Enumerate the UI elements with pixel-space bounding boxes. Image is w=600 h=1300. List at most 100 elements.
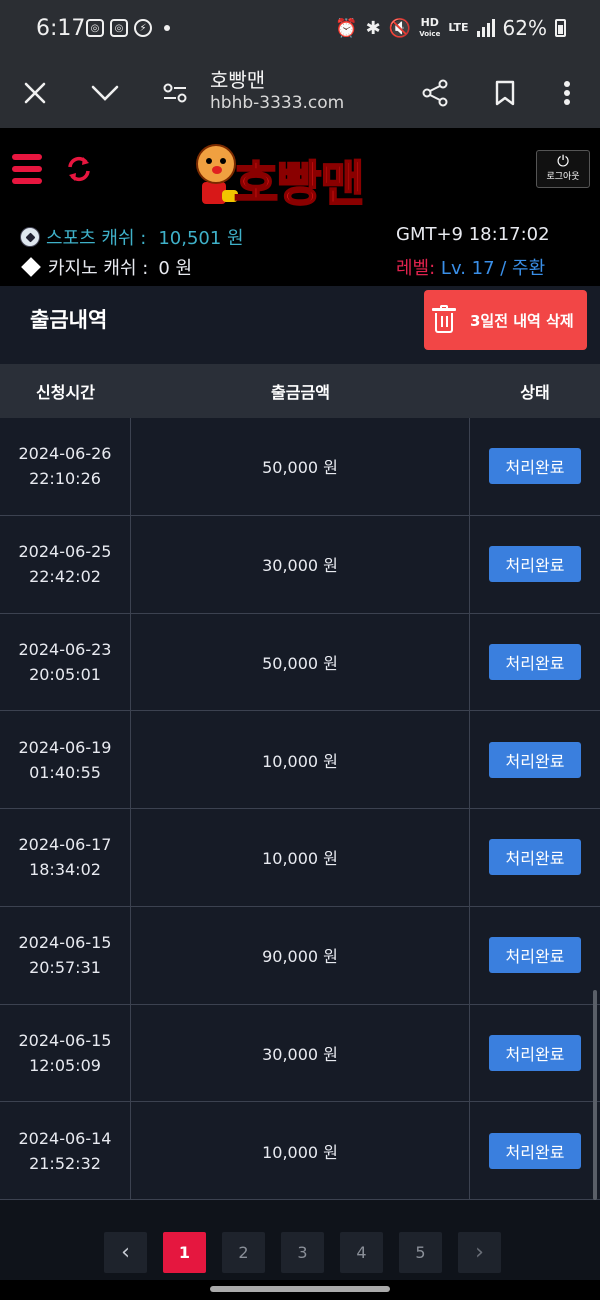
system-nav-bar	[0, 1280, 600, 1300]
site-logo[interactable]: 호빵맨	[192, 138, 414, 216]
request-time-cell: 2024-06-23 20:05:01	[0, 613, 131, 711]
scrollbar-thumb[interactable]	[593, 990, 597, 1200]
request-time: 20:05:01	[29, 664, 101, 684]
sports-cash-row: 스포츠 캐쉬 : 10,501 원 GMT+9 18:17:02	[0, 220, 600, 250]
status-badge: 처리완료	[489, 741, 581, 778]
status-badge: 처리완료	[489, 643, 581, 680]
request-time-cell: 2024-06-15 12:05:09	[0, 1004, 131, 1102]
mute-icon: 🔇	[388, 17, 412, 39]
col-header-request-time: 신청시간	[36, 383, 95, 402]
amount-cell: 50,000 원	[131, 613, 470, 711]
amount-cell: 10,000 원	[131, 809, 470, 906]
page-button-1[interactable]: 1	[163, 1232, 206, 1273]
logout-button[interactable]: ⏻ 로그아웃	[536, 150, 590, 188]
amount-cell: 30,000 원	[131, 515, 470, 613]
request-date: 2024-06-17	[18, 835, 112, 855]
status-time: 6:17	[36, 16, 86, 41]
status-badge: 처리완료	[489, 546, 581, 583]
hd-label: HD	[420, 15, 439, 29]
more-options-button[interactable]	[544, 70, 590, 116]
voice-label: Voice	[419, 29, 441, 38]
share-icon	[422, 79, 448, 107]
lte-icon: LTE	[448, 21, 469, 34]
request-date: 2024-06-15	[18, 1030, 112, 1050]
col-header-amount: 출금금액	[271, 383, 330, 402]
page-button-4[interactable]: 4	[340, 1232, 383, 1273]
amount-cell: 50,000 원	[131, 418, 470, 515]
browser-toolbar: 호빵맨 hbhb-3333.com	[0, 60, 600, 128]
hd-voice-icon: HD Voice	[419, 15, 441, 39]
request-time: 20:57:31	[29, 958, 101, 978]
page-title-bar: 출금내역 3일전 내역 삭제	[0, 286, 600, 364]
status-badge: 처리완료	[489, 448, 581, 485]
close-tab-button[interactable]	[12, 70, 58, 116]
page-settings-button[interactable]	[152, 70, 198, 116]
request-date: 2024-06-25	[18, 542, 112, 562]
battery-percent: 62%	[502, 16, 547, 40]
request-time-cell: 2024-06-15 20:57:31	[0, 906, 131, 1004]
server-clock: GMT+9 18:17:02	[396, 224, 550, 245]
request-time: 12:05:09	[29, 1055, 101, 1075]
refresh-icon[interactable]	[64, 154, 94, 184]
casino-cash-row: 카지노 캐쉬 : 0 원 레벨: Lv. 17 / 주환	[0, 250, 600, 280]
amount-cell: 10,000 원	[131, 711, 470, 808]
more-notifications-dot	[164, 25, 170, 31]
request-time-cell: 2024-06-26 22:10:26	[0, 418, 131, 515]
request-time: 18:34:02	[29, 860, 101, 880]
logo-mascot-face	[196, 144, 236, 184]
pagination: ‹ 1 2 3 4 5 ›	[104, 1232, 501, 1273]
bolt-icon: ⚡	[134, 19, 152, 37]
system-indicators: ⏰ ✱ 🔇 HD Voice LTE 62%	[335, 16, 566, 40]
power-icon: ⏻	[557, 152, 569, 170]
request-date: 2024-06-15	[18, 933, 112, 953]
table-row: 2024-06-15 12:05:09 30,000 원 처리완료	[0, 1004, 600, 1103]
page-button-3[interactable]: 3	[281, 1232, 324, 1273]
home-gesture-handle[interactable]	[210, 1286, 390, 1292]
bookmark-button[interactable]	[482, 70, 528, 116]
delete-history-button[interactable]: 3일전 내역 삭제	[424, 290, 587, 350]
close-icon	[24, 82, 46, 104]
instagram-icon: ◎	[86, 19, 104, 37]
bluetooth-icon: ✱	[365, 17, 381, 39]
sports-cash-value: 10,501 원	[158, 228, 244, 249]
page-title: 출금내역	[30, 308, 108, 332]
next-page-button[interactable]: ›	[458, 1232, 501, 1273]
status-badge: 처리완료	[489, 1034, 581, 1071]
request-time: 01:40:55	[29, 762, 101, 782]
minimize-button[interactable]	[82, 70, 128, 116]
diamond-icon	[21, 257, 41, 277]
notification-icons: ◎ ◎ ⚡	[86, 19, 170, 37]
amount-cell: 10,000 원	[131, 1102, 470, 1199]
soccer-ball-icon	[20, 227, 40, 247]
share-button[interactable]	[412, 70, 458, 116]
col-header-status: 상태	[520, 383, 550, 402]
menu-icon[interactable]	[12, 154, 42, 184]
table-row: 2024-06-25 22:42:02 30,000 원 처리완료	[0, 515, 600, 614]
request-date: 2024-06-26	[18, 444, 112, 464]
status-badge: 처리완료	[489, 839, 581, 876]
alarm-icon: ⏰	[335, 17, 358, 39]
request-date: 2024-06-19	[18, 737, 112, 757]
page-button-2[interactable]: 2	[222, 1232, 265, 1273]
table-row: 2024-06-17 18:34:02 10,000 원 처리완료	[0, 809, 600, 907]
more-vert-icon	[564, 81, 570, 105]
request-time-cell: 2024-06-17 18:34:02	[0, 809, 131, 906]
url-text[interactable]: hbhb-3333.com	[210, 93, 344, 113]
table-row: 2024-06-23 20:05:01 50,000 원 처리완료	[0, 613, 600, 712]
sports-cash-label: 스포츠 캐쉬 :	[46, 228, 147, 249]
table-row: 2024-06-15 20:57:31 90,000 원 처리완료	[0, 906, 600, 1005]
delete-history-label: 3일전 내역 삭제	[470, 311, 574, 330]
status-badge: 처리완료	[489, 1132, 581, 1169]
page-settings-icon	[163, 83, 187, 103]
amount-cell: 90,000 원	[131, 906, 470, 1004]
chevron-down-icon	[91, 85, 119, 101]
instagram-icon: ◎	[110, 19, 128, 37]
casino-cash-value: 0 원	[158, 258, 193, 279]
request-date: 2024-06-14	[18, 1128, 112, 1148]
request-time-cell: 2024-06-19 01:40:55	[0, 711, 131, 808]
battery-icon	[555, 19, 566, 37]
page-button-5[interactable]: 5	[399, 1232, 442, 1273]
prev-page-button[interactable]: ‹	[104, 1232, 147, 1273]
request-date: 2024-06-23	[18, 639, 112, 659]
request-time: 21:52:32	[29, 1153, 101, 1173]
